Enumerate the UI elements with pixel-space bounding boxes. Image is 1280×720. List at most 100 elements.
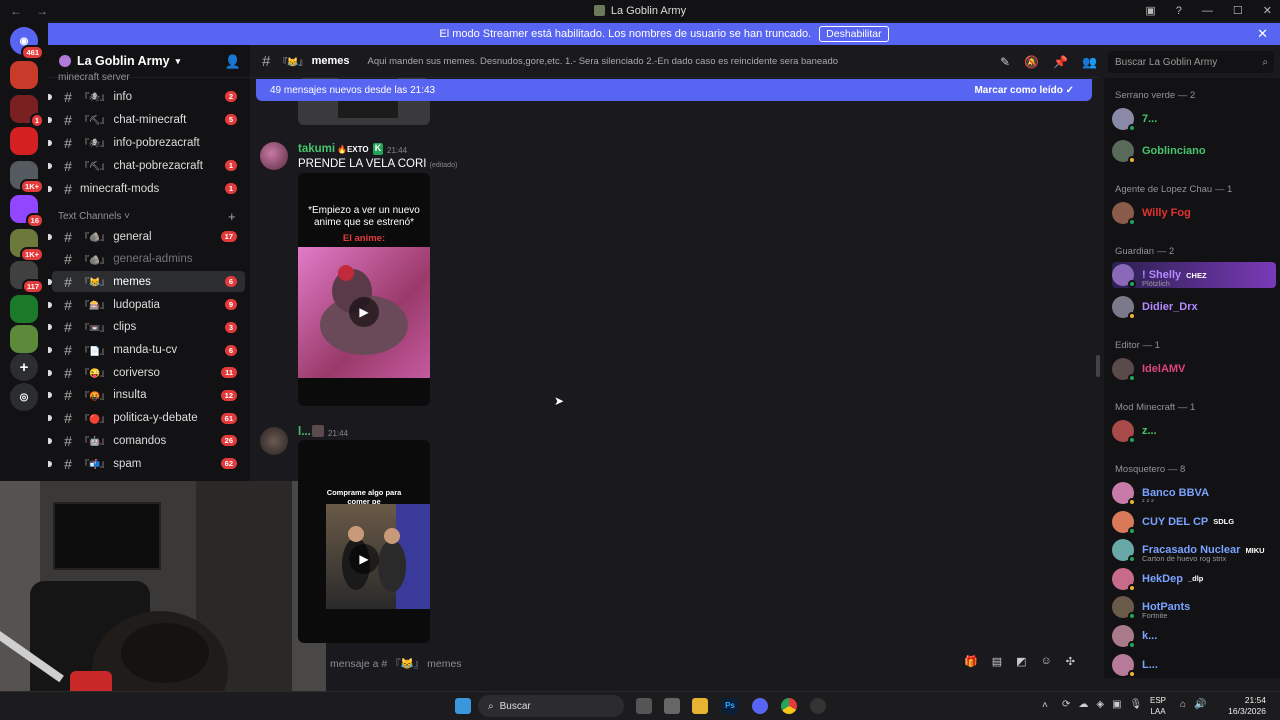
- apps-icon[interactable]: ✣: [1066, 655, 1075, 668]
- member-item[interactable]: Fracasado Nuclear MIKU Carton de huevo rog…: [1112, 537, 1276, 564]
- channel-topic[interactable]: Aqui manden sus memes. Desnudos,gore,etc…: [367, 56, 838, 67]
- server-icon[interactable]: 1: [10, 95, 44, 128]
- app-icon[interactable]: [810, 698, 826, 714]
- minimize-button[interactable]: —: [1202, 5, 1213, 17]
- server-icon[interactable]: 16: [10, 195, 44, 228]
- server-icon[interactable]: [10, 295, 38, 323]
- mic-icon[interactable]: 🎙: [1130, 699, 1143, 710]
- member-item[interactable]: HekDep _dlp: [1112, 566, 1276, 592]
- window-titlebar: ← → La Goblin Army ▣ ? — ☐ ✕: [0, 0, 1280, 21]
- member-item[interactable]: Didier_Drx: [1112, 294, 1276, 320]
- member-item[interactable]: Willy Fog: [1112, 200, 1276, 226]
- member-item[interactable]: Banco BBVA ² ² ²: [1112, 480, 1276, 506]
- volume-icon[interactable]: 🔊: [1194, 699, 1206, 710]
- task-view-icon[interactable]: [636, 698, 652, 714]
- channel-manda-tu-cv[interactable]: # 『📄』 manda-tu-cv 6: [48, 340, 245, 361]
- member-list-icon[interactable]: 👥: [1082, 55, 1097, 69]
- channel-comandos[interactable]: # 『🤖』 comandos 26: [48, 430, 245, 451]
- channel-ludopatia[interactable]: # 『🎰』 ludopatia 9: [48, 294, 245, 315]
- channel-general[interactable]: # 『🪨』 general 17: [48, 226, 245, 247]
- channel-memes[interactable]: # 『😹』 memes 6: [48, 271, 245, 293]
- close-window-button[interactable]: ✕: [1263, 4, 1272, 17]
- add-channel-icon[interactable]: +: [228, 209, 236, 224]
- tray-chevron-icon[interactable]: ˄: [1042, 700, 1048, 711]
- hash-icon: #: [64, 455, 72, 472]
- hash-icon: #: [64, 273, 72, 290]
- server-icon[interactable]: [10, 61, 38, 89]
- sync-icon[interactable]: ⟳: [1062, 699, 1070, 710]
- message-author[interactable]: takumi: [298, 143, 335, 155]
- taskbar-search[interactable]: ⌕ Buscar: [478, 695, 624, 717]
- server-icon[interactable]: 1K+: [10, 161, 44, 194]
- add-server-icon[interactable]: +: [10, 353, 38, 381]
- close-icon[interactable]: ✕: [1257, 26, 1268, 42]
- sticker-icon[interactable]: ◩: [1016, 655, 1026, 668]
- maximize-button[interactable]: ☐: [1233, 4, 1243, 17]
- message-author[interactable]: l...: [298, 426, 311, 438]
- play-icon[interactable]: ▶: [349, 544, 379, 574]
- gift-icon[interactable]: 🎁: [964, 655, 978, 668]
- member-item[interactable]: ! Shelly CHEZ Plötzlich: [1112, 262, 1276, 288]
- channel-chat-minecraft[interactable]: # 『⛏』 chat-minecraft 5: [48, 109, 245, 130]
- app-icon[interactable]: [664, 698, 680, 714]
- pin-icon[interactable]: 📌: [1053, 55, 1068, 69]
- add-member-icon[interactable]: 👤: [225, 54, 241, 70]
- server-icon[interactable]: ◉ 461: [10, 27, 44, 60]
- gif-icon[interactable]: ▤: [992, 655, 1002, 668]
- text-channels-category[interactable]: Text Channels ˅: [58, 211, 130, 222]
- member-item[interactable]: k...: [1112, 623, 1276, 649]
- discover-icon[interactable]: ◎: [10, 383, 38, 411]
- network-icon[interactable]: ⌂: [1180, 699, 1186, 710]
- server-icon[interactable]: 117: [10, 261, 44, 294]
- play-icon[interactable]: ▶: [349, 297, 379, 327]
- cloud-icon[interactable]: ☁: [1078, 699, 1088, 710]
- member-item[interactable]: 7...: [1112, 106, 1276, 132]
- member-item[interactable]: IdelAMV: [1112, 356, 1276, 382]
- member-item[interactable]: L...: [1112, 652, 1276, 678]
- clock[interactable]: 21:54 16/3/2026: [1228, 695, 1266, 717]
- emoji-icon[interactable]: ☺: [1041, 655, 1052, 668]
- channel-info-pobrezacraft[interactable]: # 『🕷』 info-pobrezacraft: [48, 132, 245, 153]
- channel-general-admins[interactable]: # 『🪨』 general-admins: [52, 249, 245, 270]
- channel-coriverso[interactable]: # 『😜』 coriverso 11: [48, 362, 245, 383]
- member-item[interactable]: HotPants Fortnite: [1112, 594, 1276, 621]
- server-icon[interactable]: [10, 325, 38, 353]
- channel-clips[interactable]: # 『📼』 clips 3: [48, 317, 245, 338]
- member-item[interactable]: z...: [1112, 418, 1276, 444]
- channel-insulta[interactable]: # 『🤬』 insulta 12: [48, 385, 245, 406]
- channel-spam[interactable]: # 『📬』 spam 62: [48, 453, 245, 474]
- language-indicator[interactable]: ESP LAA: [1150, 695, 1166, 717]
- channel-chat-pobrezacraft[interactable]: # 『⛏』 chat-pobrezacraft 1: [48, 155, 245, 176]
- app-icon[interactable]: ▣: [1112, 699, 1121, 710]
- threads-icon[interactable]: ✎: [1000, 55, 1010, 69]
- inbox-icon[interactable]: ▣: [1145, 4, 1155, 17]
- channel-info[interactable]: # 『🕷』 info 2: [48, 86, 245, 107]
- unread-indicator: [48, 233, 52, 240]
- video-attachment[interactable]: *Empiezo a ver un nuevo anime que se est…: [298, 173, 430, 406]
- unread-count-badge: 17: [220, 231, 237, 242]
- channel-minecraft-mods[interactable]: # minecraft-mods 1: [48, 178, 245, 199]
- start-icon[interactable]: [455, 698, 471, 714]
- discord-icon[interactable]: [752, 698, 768, 714]
- help-icon[interactable]: ?: [1176, 5, 1182, 17]
- member-item[interactable]: CUY DEL CP SDLG: [1112, 509, 1276, 535]
- member-item[interactable]: Goblinciano: [1112, 138, 1276, 164]
- mark-as-read-button[interactable]: Marcar como leído ✓: [974, 85, 1074, 96]
- search-input[interactable]: Buscar La Goblin Army ⌕: [1108, 51, 1274, 73]
- defender-icon[interactable]: ◈: [1096, 699, 1104, 710]
- scrollbar[interactable]: [1096, 355, 1100, 377]
- video-attachment[interactable]: Comprame algo para comer pe ▶: [298, 440, 430, 643]
- server-icon[interactable]: [10, 127, 38, 155]
- disable-button[interactable]: Deshabilitar: [819, 26, 889, 42]
- avatar[interactable]: [260, 427, 288, 455]
- file-explorer-icon[interactable]: [692, 698, 708, 714]
- new-messages-bar[interactable]: 49 mensajes nuevos desde las 21:43 Marca…: [256, 79, 1092, 101]
- chrome-icon[interactable]: [781, 698, 797, 714]
- window-title-text: La Goblin Army: [610, 4, 687, 17]
- channel-sidebar: La Goblin Army ▾ 👤 minecraft server Text…: [48, 45, 250, 481]
- server-icon[interactable]: 1K+: [10, 229, 44, 262]
- channel-politica-y-debate[interactable]: # 『🔴』 politica-y-debate 61: [48, 408, 245, 429]
- avatar[interactable]: [260, 142, 288, 170]
- notifications-muted-icon[interactable]: 🔕: [1024, 55, 1039, 69]
- photoshop-icon[interactable]: Ps: [722, 698, 738, 714]
